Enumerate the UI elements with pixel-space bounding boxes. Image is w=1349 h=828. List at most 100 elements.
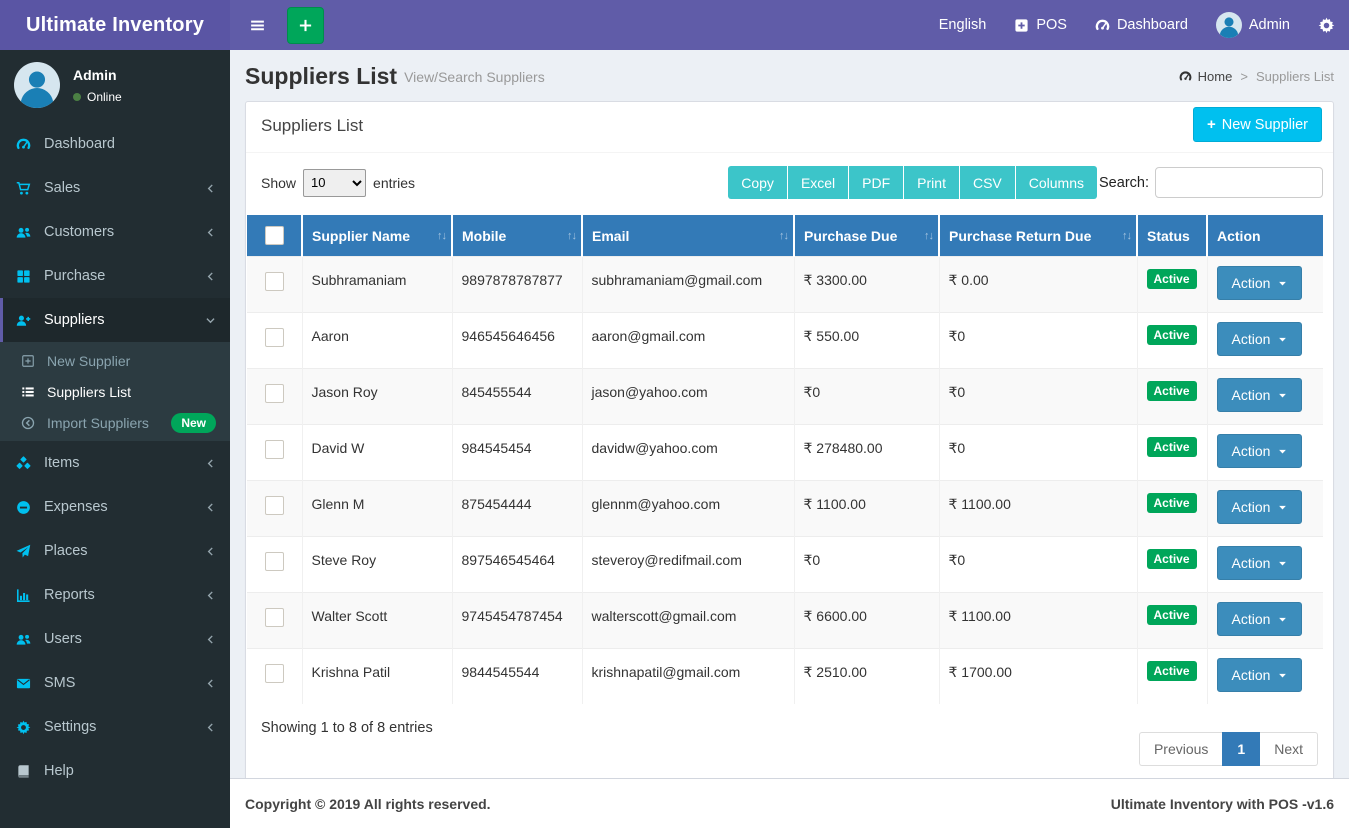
sidebar-item-places[interactable]: Places [0,529,230,573]
pdf-button[interactable]: PDF [849,166,905,199]
row-select-cell [247,648,303,704]
row-select-cell [247,256,303,313]
row-checkbox[interactable] [264,272,284,291]
sidebar-submenu-suppliers: New Supplier Suppliers List Import Supplie… [0,342,230,441]
sidebar-item-label: Expenses [44,499,108,515]
avatar [1215,12,1242,38]
list-icon [21,385,47,399]
search-input[interactable] [1155,167,1323,198]
column-header-supplier-name[interactable]: Supplier Name ↑↓ [302,215,453,257]
online-status-dot [73,93,81,101]
avatar [14,62,60,108]
sidebar-item-help[interactable]: Help [0,749,230,793]
row-checkbox[interactable] [264,496,284,515]
sidebar-item-users[interactable]: Users [0,617,230,661]
user-name-label: Admin [1248,17,1290,33]
action-dropdown-button[interactable]: Action [1216,546,1303,580]
language-menu[interactable]: English [925,0,1001,50]
sidebar-item-purchase[interactable]: Purchase [0,254,230,298]
suppliers-table: Supplier Name ↑↓ Mobile ↑↓ Email ↑↓ Purchase D… [247,215,1323,704]
cell-purchase-due: ₹ 3300.00 [794,256,940,313]
app-logo[interactable]: Ultimate Inventory [0,0,230,50]
sidebar-subitem-suppliers-list[interactable]: Suppliers List [0,376,230,407]
sidebar-item-items[interactable]: Items [0,441,230,485]
action-dropdown-button[interactable]: Action [1216,322,1303,356]
action-dropdown-button[interactable]: Action [1216,658,1303,692]
row-select-cell [247,592,303,649]
table-row: Glenn M 875454444 glennm@yahoo.com ₹ 1100.0… [247,480,1323,537]
column-header-email[interactable]: Email ↑↓ [582,215,795,257]
user-plus-icon [16,313,44,328]
pos-link[interactable]: POS [1000,0,1081,50]
sidebar-item-expenses[interactable]: Expenses [0,485,230,529]
action-dropdown-button[interactable]: Action [1216,434,1303,468]
page-length-select[interactable]: 10 [303,168,367,197]
column-header-action[interactable]: Action [1207,215,1323,257]
settings-menu[interactable] [1304,0,1349,50]
sidebar-item-sales[interactable]: Sales [0,166,230,210]
sidebar-item-suppliers[interactable]: Suppliers [0,298,230,342]
column-header-mobile[interactable]: Mobile ↑↓ [452,215,583,257]
sidebar-item-settings[interactable]: Settings [0,705,230,749]
quick-add-button[interactable] [287,6,324,44]
cell-email: davidw@yahoo.com [582,424,795,481]
table-row: Krishna Patil 9844545544 krishnapatil@gmai… [247,648,1323,704]
action-dropdown-button[interactable]: Action [1216,378,1303,412]
sidebar-item-customers[interactable]: Customers [0,210,230,254]
column-header-purchase-return-due[interactable]: Purchase Return Due ↑↓ [939,215,1138,257]
dashboard-link[interactable]: Dashboard [1081,0,1202,50]
row-checkbox[interactable] [264,440,284,459]
sidebar-item-dashboard[interactable]: Dashboard [0,122,230,166]
action-dropdown-button[interactable]: Action [1216,266,1303,300]
row-checkbox[interactable] [264,552,284,571]
footer-copyright: Copyright © 2019 All rights reserved. [245,795,491,812]
sidebar-subitem-new-supplier[interactable]: New Supplier [0,345,230,376]
sidebar-item-reports[interactable]: Reports [0,573,230,617]
pagination: Previous 1 Next [1138,732,1318,766]
sort-icon: ↑↓ [779,229,789,242]
cell-purchase-return-due: ₹ 0.00 [939,256,1138,313]
action-dropdown-button[interactable]: Action [1216,602,1303,636]
users-icon [16,225,44,240]
column-header-label: Email [592,227,630,244]
select-all-header[interactable] [247,215,303,257]
pagination-page-1-button[interactable]: 1 [1222,732,1261,766]
cell-purchase-due: ₹0 [794,368,940,425]
cell-purchase-return-due: ₹ 1100.00 [939,592,1138,649]
breadcrumb-home[interactable]: Home [1179,69,1232,84]
new-supplier-button[interactable]: + New Supplier [1192,107,1322,142]
cell-status: Active [1137,256,1208,313]
pagination-previous-button[interactable]: Previous [1138,732,1223,766]
sidebar-subitem-label: Import Suppliers [47,414,149,431]
action-dropdown-button[interactable]: Action [1216,490,1303,524]
pagination-next-button[interactable]: Next [1260,732,1318,766]
copy-button[interactable]: Copy [728,166,788,199]
entries-label: entries [373,174,416,191]
row-checkbox[interactable] [264,384,284,403]
minus-circle-icon [16,500,44,515]
row-checkbox[interactable] [264,328,284,347]
column-header-purchase-due[interactable]: Purchase Due ↑↓ [794,215,940,257]
user-menu[interactable]: Admin [1202,0,1304,50]
cell-mobile: 946545646456 [452,312,583,369]
cogs-icon [16,720,44,735]
table-row: Aaron 946545646456 aaron@gmail.com ₹ 550.00… [247,312,1323,369]
footer-version: Ultimate Inventory with POS -v1.6 [1110,795,1334,812]
csv-button[interactable]: CSV [959,166,1016,199]
sidebar-item-sms[interactable]: SMS [0,661,230,705]
sidebar-toggle-button[interactable] [236,0,278,50]
plus-icon: + [1206,116,1216,133]
sort-icon: ↑↓ [924,229,934,242]
table-info: Showing 1 to 8 of 8 entries [261,720,433,736]
envelope-icon [16,676,44,691]
sidebar-subitem-import-suppliers[interactable]: Import Suppliers New [0,407,230,438]
columns-button[interactable]: Columns [1015,166,1098,199]
cell-status: Active [1137,368,1208,425]
select-all-checkbox[interactable] [264,226,284,245]
print-button[interactable]: Print [904,166,960,199]
column-header-status[interactable]: Status [1137,215,1208,257]
row-checkbox[interactable] [264,608,284,627]
cell-purchase-due: ₹ 6600.00 [794,592,940,649]
excel-button[interactable]: Excel [787,166,850,199]
row-checkbox[interactable] [264,664,284,683]
